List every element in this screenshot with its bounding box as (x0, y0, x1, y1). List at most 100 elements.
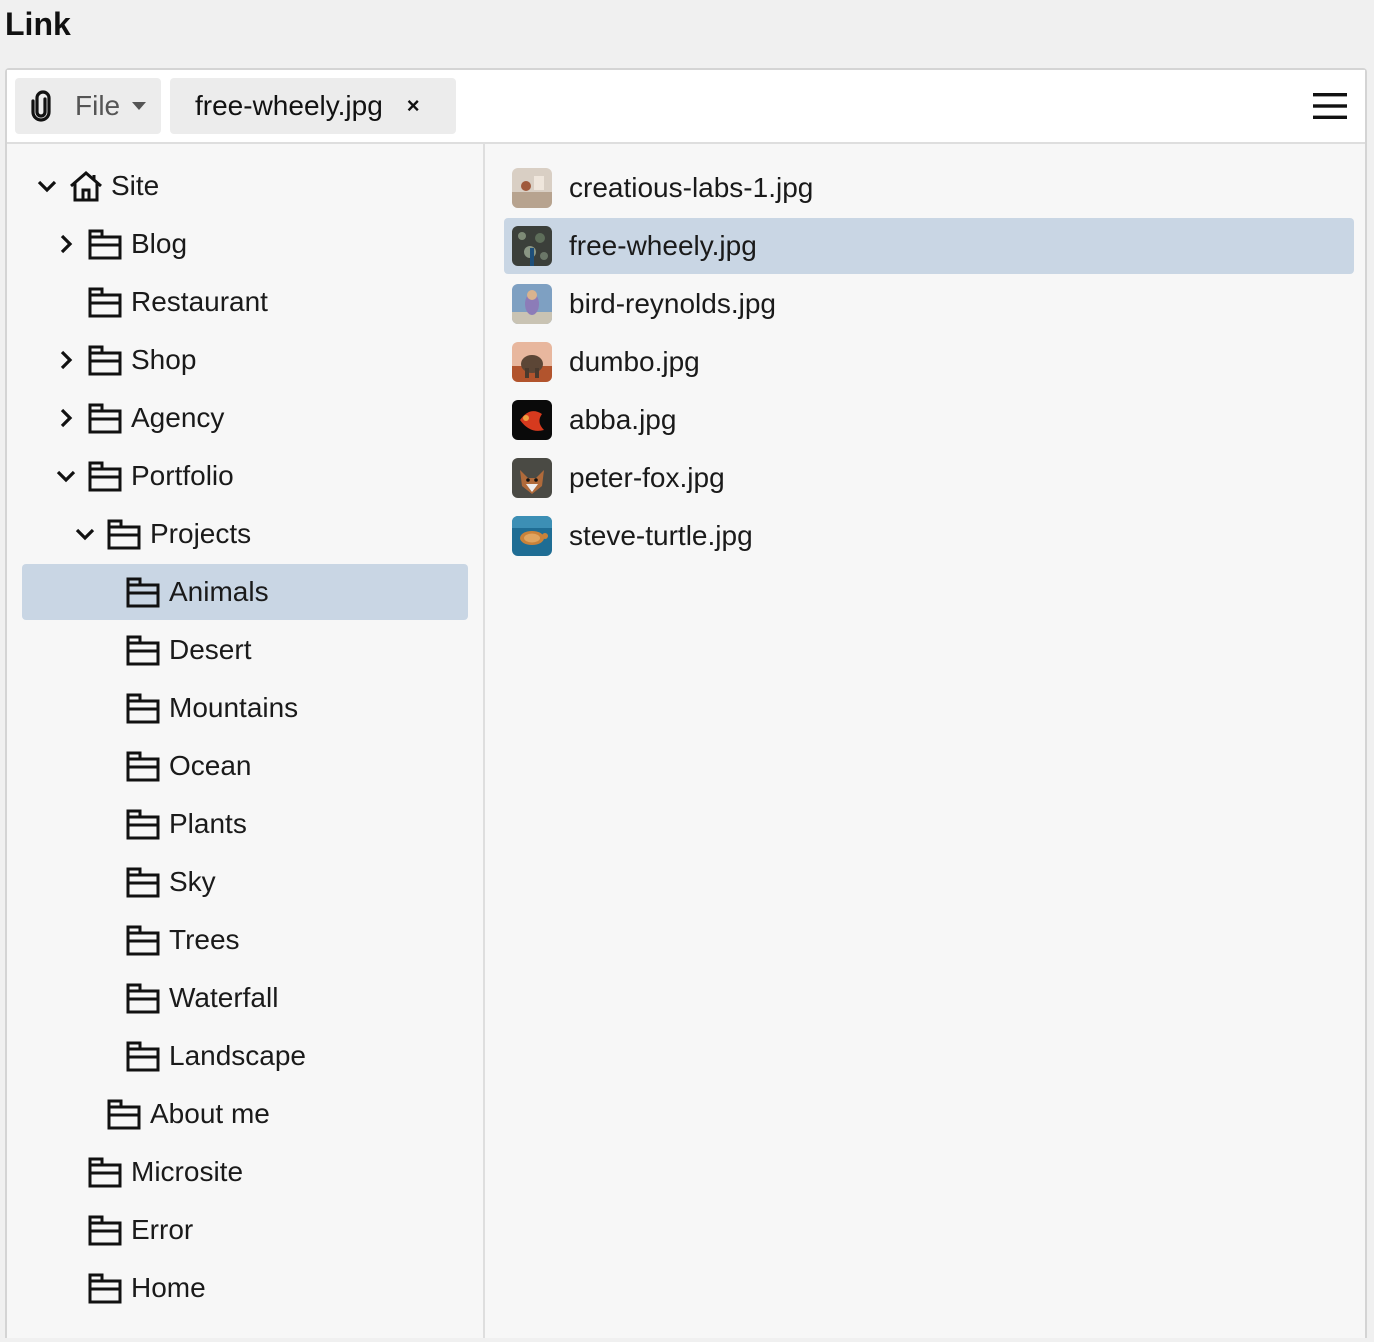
tree-item-label: Ocean (169, 750, 252, 781)
folder-icon (126, 982, 160, 1014)
folder-icon (126, 1040, 160, 1072)
folder-icon (88, 286, 122, 318)
file-item[interactable]: dumbo.jpg (504, 334, 1354, 390)
image-thumbnail (512, 168, 552, 208)
tree-item-restaurant[interactable]: Restaurant (22, 274, 468, 330)
folder-icon (88, 460, 122, 492)
tree-item-sky[interactable]: Sky (22, 854, 468, 910)
image-thumbnail (512, 284, 552, 324)
file-name: dumbo.jpg (569, 346, 700, 377)
image-thumbnail (512, 400, 552, 440)
folder-icon (126, 866, 160, 898)
chevron-down-icon[interactable] (56, 466, 76, 486)
image-thumbnail (512, 342, 552, 382)
file-item[interactable]: creatious-labs-1.jpg (504, 160, 1354, 216)
chevron-down-icon[interactable] (37, 176, 57, 196)
tree-item-desert[interactable]: Desert (22, 622, 468, 678)
tree-item-label: Error (131, 1214, 194, 1245)
tree-item-home[interactable]: Home (22, 1260, 468, 1316)
file-name: peter-fox.jpg (569, 462, 725, 493)
file-name: free-wheely.jpg (569, 230, 757, 261)
dialog-title: Link (5, 6, 71, 42)
folder-icon (126, 750, 160, 782)
file-list: creatious-labs-1.jpg free-wheely.jpg bird-… (485, 144, 1365, 1338)
tree-item-shop[interactable]: Shop (22, 332, 468, 388)
close-icon[interactable]: × (407, 95, 420, 117)
tree-item-site[interactable]: Site (22, 158, 468, 214)
file-name: abba.jpg (569, 404, 677, 435)
file-item[interactable]: free-wheely.jpg (504, 218, 1354, 274)
folder-tree: Site Blog Restaurant Shop Agency Portfolio Pro… (7, 144, 485, 1338)
image-thumbnail (512, 458, 552, 498)
tree-item-label: Mountains (169, 692, 299, 723)
toolbar: File free-wheely.jpg × (7, 70, 1365, 144)
folder-icon (107, 518, 141, 550)
tree-item-label: Microsite (131, 1156, 244, 1187)
file-item[interactable]: steve-turtle.jpg (504, 508, 1354, 564)
hamburger-menu-icon[interactable] (1313, 90, 1347, 122)
link-picker-panel: File free-wheely.jpg × Site Blog Restauran… (5, 68, 1367, 1338)
tree-item-label: Restaurant (131, 286, 268, 317)
file-name: bird-reynolds.jpg (569, 288, 776, 319)
tree-item-plants[interactable]: Plants (22, 796, 468, 852)
folder-icon (88, 344, 122, 376)
folder-icon (126, 634, 160, 666)
tree-item-animals[interactable]: Animals (22, 564, 468, 620)
tree-item-label: Desert (169, 634, 252, 665)
folder-icon (126, 808, 160, 840)
chevron-right-icon[interactable] (56, 408, 76, 428)
tree-item-landscape[interactable]: Landscape (22, 1028, 468, 1084)
tree-item-ocean[interactable]: Ocean (22, 738, 468, 794)
tree-item-portfolio[interactable]: Portfolio (22, 448, 468, 504)
tree-item-label: Landscape (169, 1040, 307, 1071)
tree-item-label: Plants (169, 808, 247, 839)
image-thumbnail (512, 516, 552, 556)
tree-item-label: Shop (131, 344, 197, 375)
folder-icon (88, 1272, 122, 1304)
tree-item-label: Projects (150, 518, 252, 549)
file-name: creatious-labs-1.jpg (569, 172, 814, 203)
tree-item-label: About me (150, 1098, 270, 1129)
paperclip-icon (31, 90, 51, 122)
tree-item-label: Sky (169, 866, 216, 897)
folder-icon (126, 924, 160, 956)
chevron-down-icon[interactable] (75, 524, 95, 544)
tree-item-label: Waterfall (169, 982, 279, 1013)
file-item[interactable]: bird-reynolds.jpg (504, 276, 1354, 332)
file-item[interactable]: abba.jpg (504, 392, 1354, 448)
folder-icon (88, 228, 122, 260)
caret-down-icon (132, 102, 147, 110)
file-type-dropdown[interactable]: File (15, 78, 161, 134)
tree-item-blog[interactable]: Blog (22, 216, 468, 272)
tree-item-agency[interactable]: Agency (22, 390, 468, 446)
folder-icon (88, 1156, 122, 1188)
tree-item-label: Portfolio (131, 460, 234, 491)
tree-item-microsite[interactable]: Microsite (22, 1144, 468, 1200)
folder-icon (88, 1214, 122, 1246)
tree-item-projects[interactable]: Projects (22, 506, 468, 562)
selected-file-chip: free-wheely.jpg × (170, 78, 456, 134)
folder-icon (126, 692, 160, 724)
chevron-right-icon[interactable] (56, 234, 76, 254)
folder-icon (88, 402, 122, 434)
tree-item-trees[interactable]: Trees (22, 912, 468, 968)
tree-item-label: Blog (131, 228, 188, 259)
chevron-right-icon[interactable] (56, 350, 76, 370)
tree-item-mountains[interactable]: Mountains (22, 680, 468, 736)
image-thumbnail (512, 226, 552, 266)
tree-item-error[interactable]: Error (22, 1202, 468, 1258)
selected-file-name: free-wheely.jpg (195, 90, 383, 121)
folder-icon (107, 1098, 141, 1130)
tree-item-label: Trees (169, 924, 240, 955)
tree-item-label: Site (111, 170, 160, 201)
file-name: steve-turtle.jpg (569, 520, 753, 551)
tree-item-waterfall[interactable]: Waterfall (22, 970, 468, 1026)
home-icon (69, 170, 103, 202)
tree-item-label: Home (131, 1272, 206, 1303)
tree-item-label: Animals (169, 576, 269, 607)
file-type-label: File (75, 90, 121, 121)
file-item[interactable]: peter-fox.jpg (504, 450, 1354, 506)
tree-item-label: Agency (131, 402, 225, 433)
tree-item-about-me[interactable]: About me (22, 1086, 468, 1142)
folder-icon (126, 576, 160, 608)
